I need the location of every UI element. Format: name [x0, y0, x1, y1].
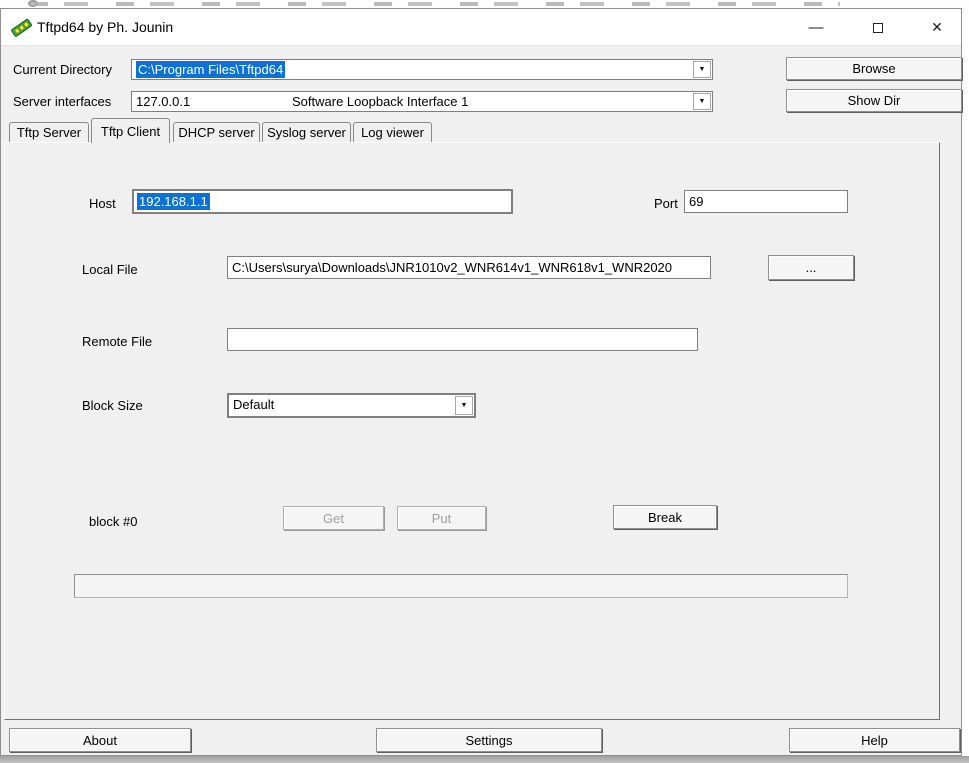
minimize-icon: —	[808, 19, 824, 36]
break-button[interactable]: Break	[613, 505, 717, 529]
window-title: Tftpd64 by Ph. Jounin	[37, 19, 174, 35]
block-size-value: Default	[233, 397, 275, 412]
block-size-dropdown-button[interactable]: ▼	[455, 396, 473, 415]
show-dir-button[interactable]: Show Dir	[786, 89, 962, 112]
remote-file-input[interactable]	[227, 328, 698, 351]
screen: Tftpd64 by Ph. Jounin — ✕ Current Direct…	[0, 0, 969, 763]
server-interfaces-dropdown-button[interactable]: ▼	[693, 93, 711, 110]
minimize-button[interactable]: —	[794, 12, 838, 43]
tab-syslog-server[interactable]: Syslog server	[262, 122, 351, 142]
local-file-label: Local File	[82, 262, 138, 277]
local-file-value: C:\Users\surya\Downloads\JNR1010v2_WNR61…	[232, 260, 673, 275]
app-window: Tftpd64 by Ph. Jounin — ✕ Current Direct…	[0, 8, 962, 756]
server-interface-address: 127.0.0.1	[136, 94, 191, 109]
app-icon[interactable]	[10, 16, 32, 38]
block-size-label: Block Size	[82, 398, 143, 413]
title-bar: Tftpd64 by Ph. Jounin — ✕	[1, 9, 961, 46]
help-button[interactable]: Help	[789, 728, 960, 752]
get-button[interactable]: Get	[283, 506, 384, 530]
put-button[interactable]: Put	[397, 506, 486, 530]
window-bottom-shadow	[0, 756, 969, 763]
chevron-down-icon: ▼	[698, 66, 706, 73]
settings-button[interactable]: Settings	[376, 728, 602, 752]
server-interfaces-label: Server interfaces	[13, 94, 112, 109]
port-input[interactable]: 69	[684, 190, 848, 213]
maximize-icon	[873, 22, 883, 33]
block-size-combobox[interactable]: Default ▼	[227, 393, 476, 418]
local-file-browse-button[interactable]: ...	[768, 255, 854, 280]
host-input[interactable]: 192.168.1.1	[132, 189, 513, 214]
server-interfaces-combobox[interactable]: 127.0.0.1 Software Loopback Interface 1 …	[131, 91, 713, 112]
remote-file-label: Remote File	[82, 334, 153, 349]
transfer-progress-bar	[74, 574, 848, 598]
about-button[interactable]: About	[9, 728, 191, 752]
local-file-input[interactable]: C:\Users\surya\Downloads\JNR1010v2_WNR61…	[227, 256, 711, 279]
background-window-text-fragment	[30, 2, 840, 6]
transfer-status-label: block #0	[89, 514, 138, 529]
host-value: 192.168.1.1	[137, 193, 210, 210]
host-label: Host	[89, 196, 116, 211]
current-directory-label: Current Directory	[13, 62, 112, 77]
browse-button[interactable]: Browse	[786, 57, 962, 80]
tab-log-viewer[interactable]: Log viewer	[353, 122, 432, 142]
ellipsis-icon: ...	[805, 260, 817, 275]
tab-tftp-server[interactable]: Tftp Server	[9, 122, 89, 142]
tab-dhcp-server[interactable]: DHCP server	[173, 122, 260, 142]
port-label: Port	[654, 196, 678, 211]
tab-tftp-client[interactable]: Tftp Client	[91, 118, 170, 143]
current-directory-value: C:\Program Files\Tftpd64	[136, 61, 286, 78]
current-directory-combobox[interactable]: C:\Program Files\Tftpd64 ▼	[131, 59, 713, 80]
close-icon: ✕	[931, 19, 943, 35]
chevron-down-icon: ▼	[460, 402, 468, 409]
chevron-down-icon: ▼	[698, 98, 706, 105]
tftp-client-panel: Host 192.168.1.1 Port 69 Local File C:\U…	[4, 142, 940, 720]
server-interface-name: Software Loopback Interface 1	[292, 94, 469, 109]
current-directory-dropdown-button[interactable]: ▼	[693, 61, 711, 78]
port-value: 69	[689, 194, 704, 209]
close-button[interactable]: ✕	[915, 12, 959, 43]
maximize-button[interactable]	[856, 12, 900, 43]
background-window-edge	[0, 0, 969, 8]
